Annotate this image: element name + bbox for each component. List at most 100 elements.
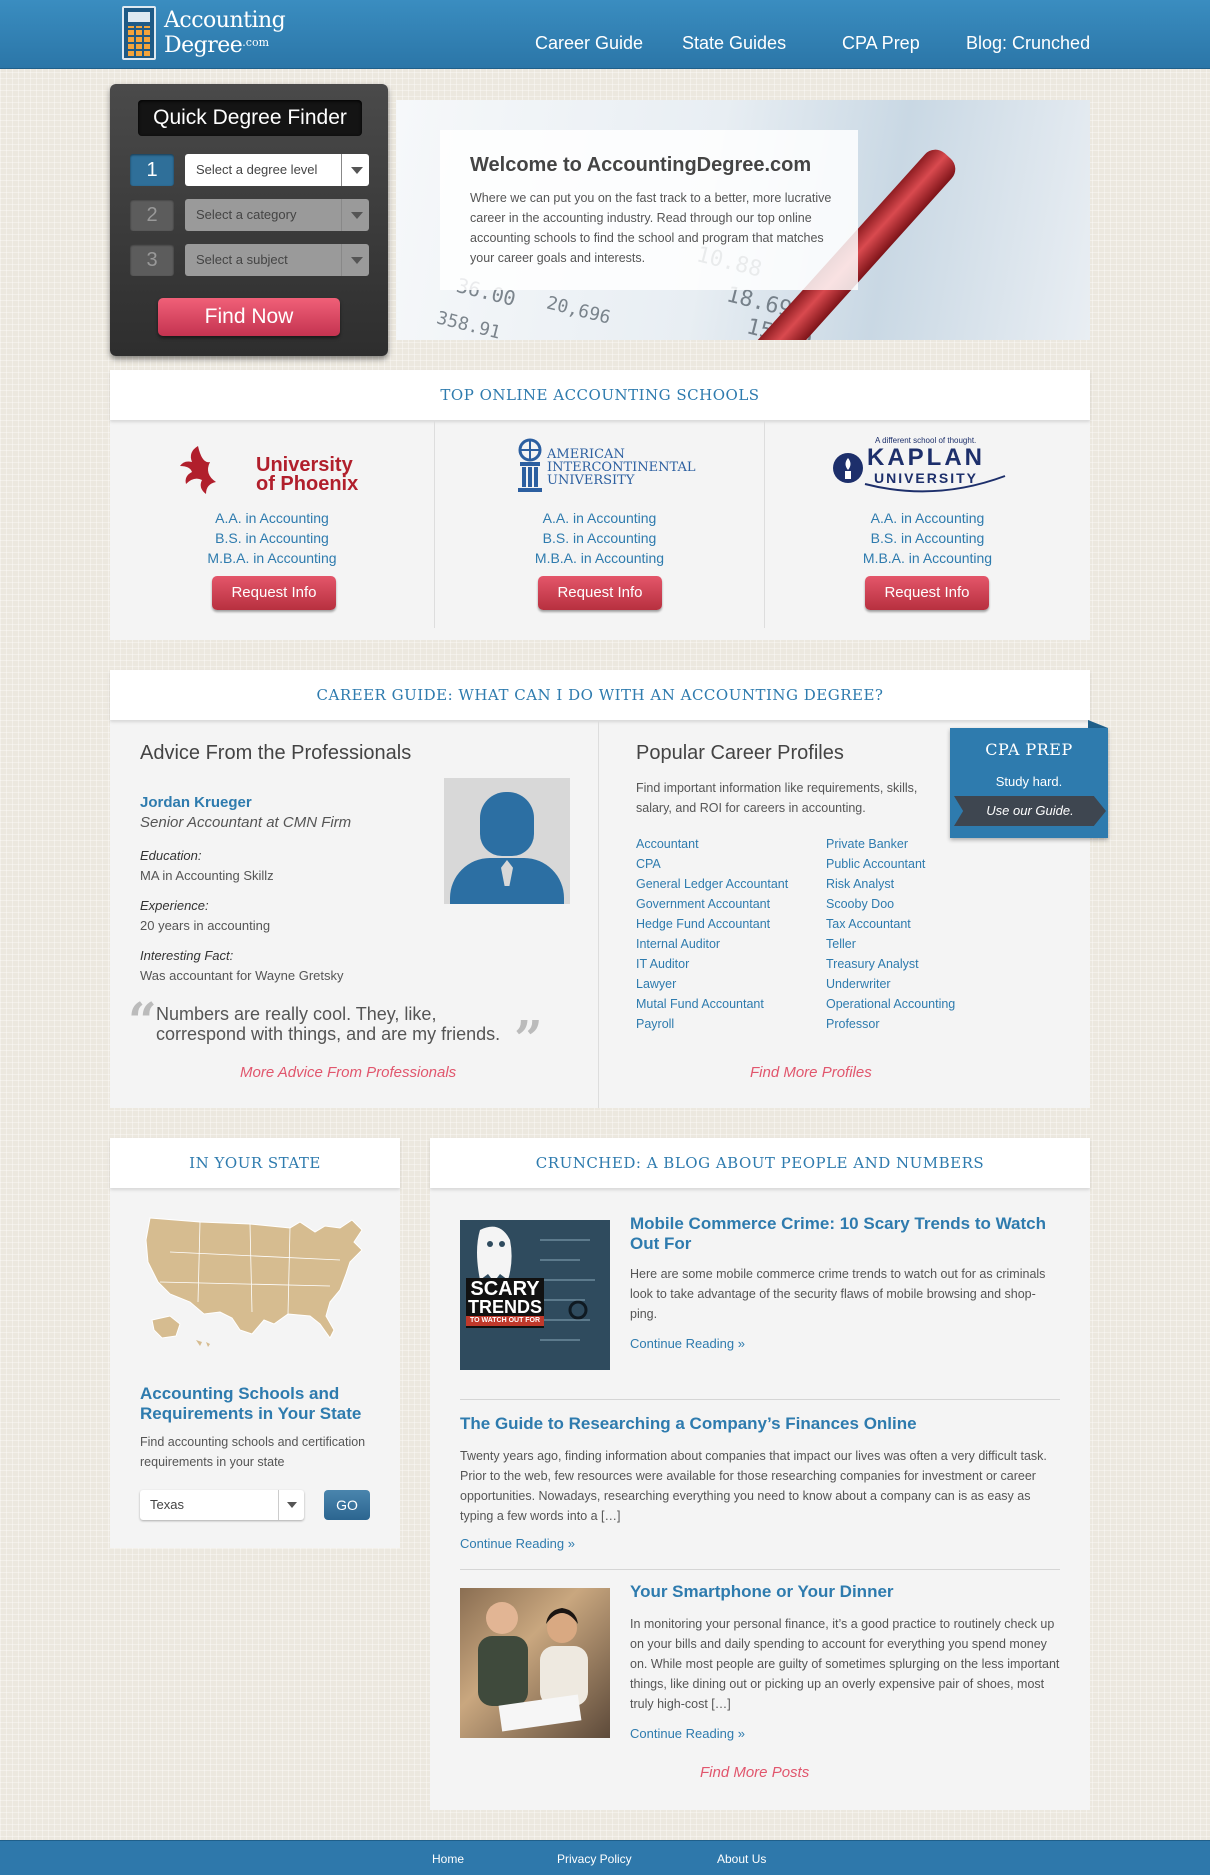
avatar	[444, 778, 570, 904]
divider	[460, 1569, 1060, 1570]
category-select[interactable]: Select a category	[185, 199, 369, 231]
welcome-title: Welcome to AccountingDegree.com	[470, 154, 812, 176]
logo-suffix: .com	[242, 36, 270, 49]
profile-link[interactable]: Payroll	[636, 1014, 788, 1034]
profile-link[interactable]: IT Auditor	[636, 954, 788, 974]
logo-line2: Degree	[164, 33, 243, 58]
aiu-logo[interactable]: AMERICAN INTERCONTINENTAL UNIVERSITY	[435, 438, 764, 500]
find-more-posts-link[interactable]: Find More Posts	[700, 1764, 809, 1781]
profile-list-col1: Accountant CPA General Ledger Accountant…	[636, 834, 788, 1034]
nav-state-guides[interactable]: State Guides	[682, 33, 786, 54]
program-link[interactable]: B.S. in Accounting	[765, 528, 1090, 548]
profile-link[interactable]: CPA	[636, 854, 788, 874]
program-link[interactable]: M.B.A. in Accounting	[435, 548, 764, 568]
continue-reading-link[interactable]: Continue Reading »	[460, 1536, 575, 1551]
experience-value: 20 years in accounting	[140, 918, 271, 933]
state-description: Find accounting schools and certificatio…	[140, 1435, 366, 1469]
profile-link[interactable]: Mutal Fund Accountant	[636, 994, 788, 1014]
state-select[interactable]: Texas	[140, 1490, 304, 1520]
professional-name: Jordan Krueger	[140, 794, 252, 811]
finder-step-3: 3 Select a subject	[130, 244, 370, 276]
program-link[interactable]: B.S. in Accounting	[435, 528, 764, 548]
footer-about-link[interactable]: About Us	[717, 1852, 766, 1866]
nav-cpa-prep[interactable]: CPA Prep	[842, 33, 920, 54]
program-link[interactable]: A.A. in Accounting	[765, 508, 1090, 528]
profile-link[interactable]: Operational Accounting	[826, 994, 955, 1014]
program-list: A.A. in Accounting B.S. in Accounting M.…	[435, 508, 764, 568]
profile-link[interactable]: Private Banker	[826, 834, 955, 854]
profiles-intro: Find important information like requirem…	[636, 781, 918, 815]
profile-link[interactable]: Public Accountant	[826, 854, 955, 874]
go-button[interactable]: GO	[324, 1490, 370, 1520]
post-title[interactable]: Your Smartphone or Your Dinner	[630, 1582, 1060, 1602]
more-advice-link[interactable]: More Advice From Professionals	[240, 1064, 456, 1081]
career-guide-heading: CAREER GUIDE: WHAT CAN I DO WITH AN ACCO…	[110, 670, 1090, 720]
thumb-line1: SCARY	[470, 1278, 540, 1300]
profiles-title: Popular Career Profiles	[636, 742, 844, 764]
profile-link[interactable]: Scooby Doo	[826, 894, 955, 914]
request-info-button[interactable]: Request Info	[865, 576, 989, 610]
profile-list-col2: Private Banker Public Accountant Risk An…	[826, 834, 955, 1034]
state-heading: IN YOUR STATE	[110, 1138, 400, 1188]
profile-link[interactable]: Lawyer	[636, 974, 788, 994]
thumb-line2: TRENDS	[467, 1297, 542, 1317]
cpa-prep-guide-link[interactable]: Use our Guide.	[954, 796, 1106, 826]
program-link[interactable]: B.S. in Accounting	[110, 528, 434, 548]
program-link[interactable]: A.A. in Accounting	[110, 508, 434, 528]
education-value: MA in Accounting Skillz	[140, 868, 274, 883]
profile-link[interactable]: Government Accountant	[636, 894, 788, 914]
profile-link[interactable]: Underwriter	[826, 974, 955, 994]
blog-heading: CRUNCHED: A BLOG ABOUT PEOPLE AND NUMBER…	[430, 1138, 1090, 1188]
footer-home-link[interactable]: Home	[432, 1852, 464, 1866]
request-info-button[interactable]: Request Info	[212, 576, 336, 610]
cpa-prep-tagline: Study hard.	[995, 774, 1063, 789]
kaplan-logo[interactable]: A different school of thought. KAPLAN UN…	[765, 436, 1090, 500]
profile-link[interactable]: Hedge Fund Accountant	[636, 914, 788, 934]
profile-link[interactable]: Treasury Analyst	[826, 954, 955, 974]
aiu-logo-line3: UNIVERSITY	[547, 473, 635, 488]
post-title[interactable]: Mobile Commerce Crime: 10 Scary Trends t…	[630, 1214, 1060, 1254]
blog-panel: CRUNCHED: A BLOG ABOUT PEOPLE AND NUMBER…	[430, 1138, 1090, 1810]
request-info-button[interactable]: Request Info	[538, 576, 662, 610]
continue-reading-link[interactable]: Continue Reading »	[630, 1726, 745, 1741]
program-list: A.A. in Accounting B.S. in Accounting M.…	[765, 508, 1090, 568]
profile-link[interactable]: Risk Analyst	[826, 874, 955, 894]
profile-link[interactable]: Professor	[826, 1014, 955, 1034]
cpa-prep-ribbon[interactable]: CPA PREP Study hard. Use our Guide.	[950, 720, 1108, 838]
chevron-down-icon	[341, 199, 369, 231]
us-map-icon[interactable]	[140, 1212, 370, 1352]
continue-reading-link[interactable]: Continue Reading »	[630, 1336, 745, 1351]
degree-level-select[interactable]: Select a degree level	[185, 154, 369, 186]
footer-privacy-link[interactable]: Privacy Policy	[557, 1852, 632, 1866]
program-link[interactable]: M.B.A. in Accounting	[765, 548, 1090, 568]
subject-select[interactable]: Select a subject	[185, 244, 369, 276]
post-thumbnail[interactable]	[460, 1588, 610, 1738]
program-link[interactable]: A.A. in Accounting	[435, 508, 764, 528]
site-logo[interactable]: Accounting Degree.com	[122, 6, 292, 62]
profile-link[interactable]: Internal Auditor	[636, 934, 788, 954]
divider	[460, 1399, 1060, 1400]
profile-link[interactable]: General Ledger Accountant	[636, 874, 788, 894]
post-title[interactable]: The Guide to Researching a Company’s Fin…	[460, 1414, 1060, 1434]
phoenix-logo[interactable]: University of Phoenix	[110, 438, 434, 500]
top-schools-panel: TOP ONLINE ACCOUNTING SCHOOLS University…	[110, 370, 1090, 640]
profile-link[interactable]: Accountant	[636, 834, 788, 854]
quick-degree-finder: Quick Degree Finder 1 Select a degree le…	[110, 84, 388, 356]
post-thumbnail[interactable]: SCARY TRENDS TO WATCH OUT FOR	[460, 1220, 610, 1370]
state-title[interactable]: Accounting Schools and Requirements in Y…	[140, 1384, 380, 1424]
step-number: 3	[130, 244, 174, 276]
chevron-down-icon	[341, 244, 369, 276]
nav-career-guide[interactable]: Career Guide	[535, 33, 643, 54]
find-now-button[interactable]: Find Now	[158, 298, 340, 336]
nav-blog[interactable]: Blog: Crunched	[966, 33, 1090, 54]
more-profiles-link[interactable]: Find More Profiles	[750, 1064, 872, 1081]
program-link[interactable]: M.B.A. in Accounting	[110, 548, 434, 568]
profile-link[interactable]: Teller	[826, 934, 955, 954]
education-label: Education:	[140, 848, 202, 863]
logo-text: Accounting Degree.com	[164, 10, 286, 58]
calculator-icon	[122, 6, 156, 60]
site-footer: Home Privacy Policy About Us	[0, 1840, 1210, 1875]
profile-link[interactable]: Tax Accountant	[826, 914, 955, 934]
phoenix-logo-line2: of Phoenix	[256, 473, 359, 495]
kaplan-logo-line1: KAPLAN	[867, 444, 985, 471]
